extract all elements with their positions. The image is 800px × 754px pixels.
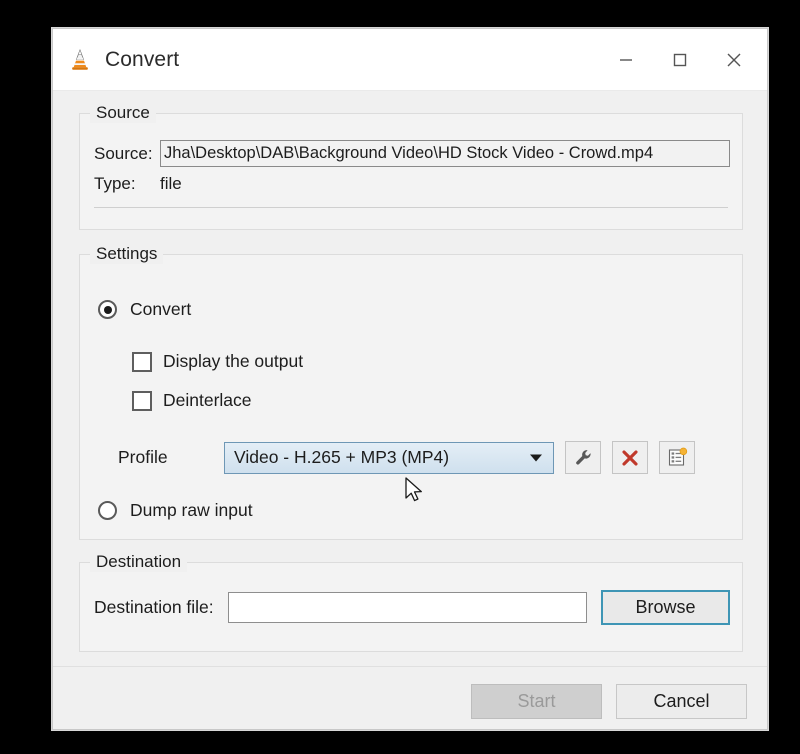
source-group: Source Source: Jha\Desktop\DAB\Backgroun… (79, 103, 743, 230)
destination-file-label: Destination file: (94, 597, 214, 617)
new-profile-button[interactable] (659, 441, 695, 474)
checkbox-unchecked-icon (132, 351, 152, 372)
deinterlace-label: Deinterlace (163, 390, 252, 410)
vlc-cone-icon (67, 47, 93, 73)
wrench-icon (575, 450, 591, 465)
start-button[interactable]: Start (471, 684, 602, 719)
source-separator (94, 207, 728, 208)
profile-label: Profile (118, 447, 168, 467)
source-type-row: Type: file (94, 174, 182, 194)
dump-raw-input-label: Dump raw input (130, 500, 253, 520)
source-path-row: Source: Jha\Desktop\DAB\Background Video… (94, 140, 730, 167)
destination-group: Destination Destination file: Browse (79, 552, 743, 652)
checkbox-unchecked-icon (132, 390, 152, 411)
source-label: Source: (94, 143, 153, 163)
source-path-input[interactable]: Jha\Desktop\DAB\Background Video\HD Stoc… (160, 140, 730, 167)
dump-raw-input-radio[interactable]: Dump raw input (98, 500, 253, 521)
profile-row: Profile Video - H.265 + MP3 (MP4) (118, 441, 730, 474)
delete-profile-button[interactable] (612, 441, 648, 474)
minimize-button[interactable] (599, 29, 653, 90)
convert-dialog-window: Convert Source Source: Jha\Desktop\DAB\B… (52, 28, 768, 730)
red-x-icon (622, 449, 638, 466)
page-title: Convert (105, 47, 180, 71)
browse-button[interactable]: Browse (601, 590, 730, 625)
maximize-button[interactable] (653, 29, 707, 90)
bottom-separator (53, 666, 767, 667)
destination-file-row: Destination file: Browse (94, 590, 730, 625)
maximize-icon (673, 53, 687, 66)
type-label: Type: (94, 174, 136, 193)
close-button[interactable] (707, 29, 761, 90)
title-bar: Convert (53, 29, 767, 91)
deinterlace-checkbox[interactable]: Deinterlace (132, 390, 252, 411)
edit-profile-button[interactable] (565, 441, 601, 474)
settings-group-title: Settings (90, 244, 164, 264)
chevron-down-icon (530, 454, 542, 461)
display-output-checkbox[interactable]: Display the output (132, 351, 303, 372)
convert-radio-label: Convert (130, 299, 192, 319)
profile-select[interactable]: Video - H.265 + MP3 (MP4) (224, 441, 554, 474)
destination-file-input[interactable] (227, 592, 587, 623)
close-icon (727, 53, 741, 66)
display-output-label: Display the output (163, 351, 304, 371)
convert-radio[interactable]: Convert (98, 299, 191, 320)
type-value: file (160, 174, 182, 193)
dialog-button-bar: Start Cancel (471, 684, 747, 719)
radio-selected-icon (98, 300, 117, 319)
minimize-icon (620, 58, 632, 61)
settings-group: Settings Convert Display the output Dein… (79, 244, 743, 540)
new-profile-icon (668, 447, 687, 466)
source-group-title: Source (90, 103, 156, 123)
cancel-button[interactable]: Cancel (616, 684, 747, 719)
radio-unselected-icon (98, 501, 117, 520)
destination-group-title: Destination (90, 552, 188, 572)
